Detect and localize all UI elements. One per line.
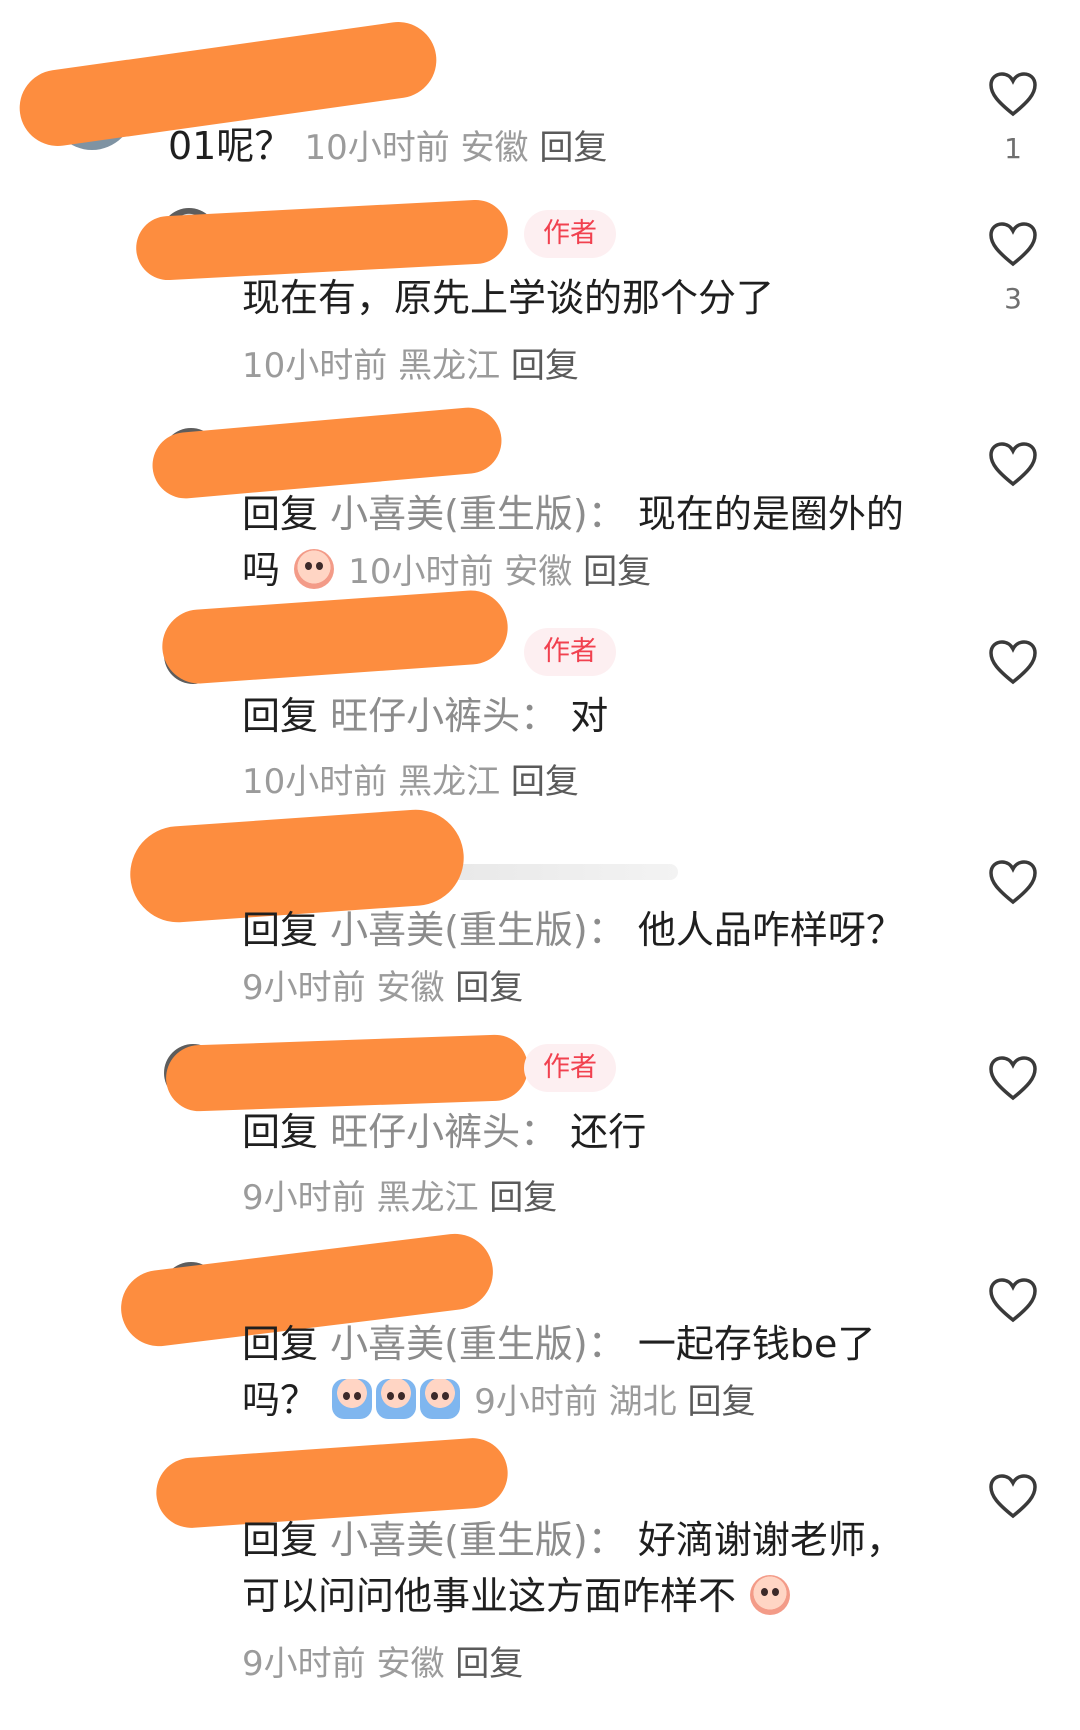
reply-target-user[interactable]: 小喜美(重生版)： xyxy=(330,1322,626,1366)
heart-icon xyxy=(989,640,1037,685)
reply-button[interactable]: 回复 xyxy=(511,762,579,802)
comment-location: 黑龙江 xyxy=(398,346,501,386)
crying-peach-emoji xyxy=(750,1575,791,1615)
splashing-peach-emoji xyxy=(332,1379,373,1419)
comment-text: 他人品咋样呀？ xyxy=(637,908,904,952)
reply-button[interactable]: 回复 xyxy=(455,968,523,1008)
reply-prefix: 回复 xyxy=(242,492,319,536)
comment-location: 黑龙江 xyxy=(398,762,501,802)
heart-icon xyxy=(989,442,1037,487)
comment-body: 回复 小喜美(重生版)： 现在的是圈外的吗 10小时前 安徽 回复 xyxy=(242,486,922,600)
redacted-username xyxy=(159,588,511,686)
author-badge: 作者 xyxy=(524,628,616,676)
comment-meta: 9小时前 湖北 回复 xyxy=(474,1382,755,1422)
like-button[interactable] xyxy=(988,860,1038,906)
comment-time: 9小时前 xyxy=(242,1644,366,1684)
heart-icon xyxy=(989,860,1037,905)
comment-time: 9小时前 xyxy=(474,1382,598,1422)
comment-meta: 10小时前 黑龙江 回复 xyxy=(242,754,579,810)
reply-button[interactable]: 回复 xyxy=(455,1644,523,1684)
reply-prefix: 回复 xyxy=(242,1322,319,1366)
comment-text: 对 xyxy=(570,694,609,738)
reply-target-user[interactable]: 旺仔小裤头： xyxy=(330,694,558,738)
splashing-peach-emoji xyxy=(420,1379,461,1419)
reply-button[interactable]: 回复 xyxy=(583,552,651,592)
comment-body: 01呢？ 10小时前 安徽 回复 xyxy=(168,118,948,176)
comment-text: 还行 xyxy=(570,1110,647,1154)
reply-button[interactable]: 回复 xyxy=(539,128,607,168)
reply-button[interactable]: 回复 xyxy=(511,346,579,386)
comment-body: 回复 小喜美(重生版)： 好滴谢谢老师，可以问问他事业这方面咋样不 xyxy=(242,1512,932,1624)
comment-body: 回复 小喜美(重生版)： 一起存钱be了吗？ 9小时前 湖北 回复 xyxy=(242,1316,922,1430)
like-button[interactable] xyxy=(988,1474,1038,1520)
comment-location: 安徽 xyxy=(376,968,445,1008)
reply-target-user[interactable]: 旺仔小裤头： xyxy=(330,1110,558,1154)
comment-body: 现在有，原先上学谈的那个分了 xyxy=(242,270,922,326)
reply-prefix: 回复 xyxy=(242,1110,319,1154)
reply-target-user[interactable]: 小喜美(重生版)： xyxy=(330,492,626,536)
reply-target-user[interactable]: 小喜美(重生版)： xyxy=(330,1518,626,1562)
comment-location: 安徽 xyxy=(460,128,529,168)
comment-meta: 10小时前 黑龙江 回复 xyxy=(242,338,579,394)
heart-icon xyxy=(989,222,1037,267)
comment-location: 安徽 xyxy=(376,1644,445,1684)
heart-icon xyxy=(989,1056,1037,1101)
author-badge: 作者 xyxy=(524,1044,616,1092)
heart-icon xyxy=(989,1278,1037,1323)
comment-meta: 10小时前 安徽 回复 xyxy=(348,552,651,592)
comment-body: 回复 旺仔小裤头： 对 xyxy=(242,688,922,744)
comment-body: 回复 旺仔小裤头： 还行 xyxy=(242,1104,922,1160)
like-button[interactable] xyxy=(988,1278,1038,1324)
reply-target-user[interactable]: 小喜美(重生版)： xyxy=(330,908,626,952)
comment-text: 现在有，原先上学谈的那个分了 xyxy=(242,276,775,320)
comment-meta: 10小时前 安徽 回复 xyxy=(304,128,607,168)
like-button[interactable]: 3 xyxy=(988,222,1038,315)
comment-time: 10小时前 xyxy=(242,346,388,386)
like-button[interactable]: 1 xyxy=(988,72,1038,165)
comment-time: 9小时前 xyxy=(242,968,366,1008)
comment-time: 10小时前 xyxy=(304,128,450,168)
comment-location: 安徽 xyxy=(504,552,573,592)
redacted-username xyxy=(164,1033,530,1113)
comment-meta: 9小时前 黑龙江 回复 xyxy=(242,1170,557,1226)
splashing-peach-emoji xyxy=(376,1379,417,1419)
comment-body: 回复 小喜美(重生版)： 他人品咋样呀？ 9小时前 安徽 回复 xyxy=(242,902,922,1016)
reply-prefix: 回复 xyxy=(242,694,319,738)
comment-location: 黑龙江 xyxy=(376,1178,479,1218)
comment-time: 10小时前 xyxy=(242,762,388,802)
like-button[interactable] xyxy=(988,442,1038,488)
like-count: 3 xyxy=(1004,282,1022,315)
heart-icon xyxy=(989,72,1037,117)
comment-meta: 9小时前 安徽 回复 xyxy=(242,1636,523,1692)
reply-button[interactable]: 回复 xyxy=(687,1382,755,1422)
comment-text: 01呢？ xyxy=(168,124,293,168)
crying-peach-emoji xyxy=(294,549,335,589)
author-badge: 作者 xyxy=(524,210,616,258)
like-button[interactable] xyxy=(988,1056,1038,1102)
reply-prefix: 回复 xyxy=(242,908,319,952)
reply-button[interactable]: 回复 xyxy=(489,1178,557,1218)
reply-prefix: 回复 xyxy=(242,1518,319,1562)
like-count: 1 xyxy=(1004,132,1022,165)
comment-time: 10小时前 xyxy=(348,552,494,592)
heart-icon xyxy=(989,1474,1037,1519)
comment-location: 湖北 xyxy=(608,1382,677,1422)
like-button[interactable] xyxy=(988,640,1038,686)
comment-time: 9小时前 xyxy=(242,1178,366,1218)
comment-meta: 9小时前 安徽 回复 xyxy=(242,968,523,1008)
